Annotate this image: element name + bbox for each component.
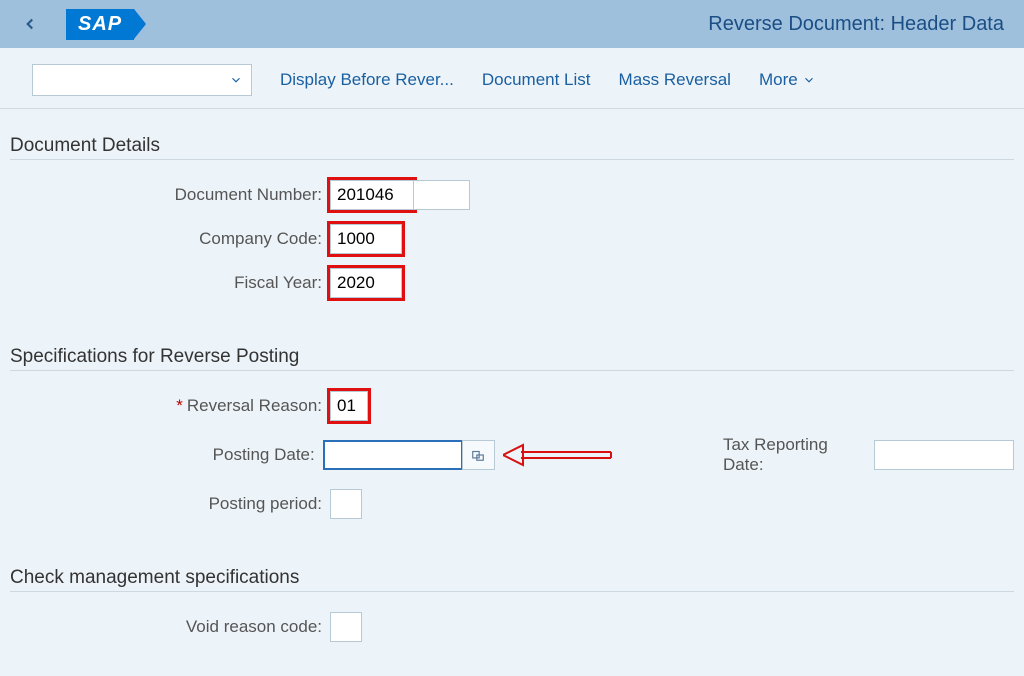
- chevron-down-icon: [229, 73, 243, 87]
- label-company-code: Company Code:: [20, 229, 330, 249]
- label-tax-reporting-date: Tax Reporting Date:: [723, 435, 866, 475]
- label-void-reason-code: Void reason code:: [20, 617, 330, 637]
- label-posting-period: Posting period:: [20, 494, 330, 514]
- document-number-extra[interactable]: [414, 180, 470, 210]
- document-list-link[interactable]: Document List: [482, 70, 591, 90]
- row-reversal-reason: *Reversal Reason:: [10, 391, 1014, 421]
- chevron-left-icon: [21, 15, 39, 33]
- chevron-down-icon: [802, 73, 816, 87]
- row-posting-date: Posting Date: Tax Reporting Date:: [10, 435, 1014, 475]
- row-company-code: Company Code:: [10, 224, 1014, 254]
- sap-logo: SAP: [66, 9, 134, 40]
- content-area: Document Details Document Number: Compan…: [0, 109, 1024, 666]
- void-reason-code-field[interactable]: [330, 612, 362, 642]
- company-code-field[interactable]: [330, 224, 402, 254]
- label-posting-date: Posting Date:: [20, 445, 323, 465]
- posting-date-value-help-button[interactable]: [462, 440, 495, 470]
- row-document-number: Document Number:: [10, 180, 1014, 210]
- reversal-reason-field[interactable]: [330, 391, 368, 421]
- header-bar: SAP Reverse Document: Header Data: [0, 0, 1024, 48]
- row-void-reason-code: Void reason code:: [10, 612, 1014, 642]
- value-help-icon: [471, 448, 485, 462]
- divider: [10, 370, 1014, 371]
- section-title-check-mgmt: Check management specifications: [10, 567, 1014, 589]
- section-title-document-details: Document Details: [10, 135, 1014, 157]
- section-title-reverse-posting: Specifications for Reverse Posting: [10, 346, 1014, 368]
- posting-period-field[interactable]: [330, 489, 362, 519]
- row-posting-period: Posting period:: [10, 489, 1014, 519]
- toolbar-dropdown[interactable]: [32, 64, 252, 96]
- label-fiscal-year: Fiscal Year:: [20, 273, 330, 293]
- more-menu[interactable]: More: [759, 70, 816, 90]
- posting-date-field[interactable]: [323, 440, 463, 470]
- annotation-arrow: [503, 443, 613, 467]
- divider: [10, 591, 1014, 592]
- divider: [10, 159, 1014, 160]
- toolbar: Display Before Rever... Document List Ma…: [0, 48, 1024, 109]
- back-button[interactable]: [12, 6, 48, 42]
- tax-reporting-date-field[interactable]: [874, 440, 1014, 470]
- mass-reversal-link[interactable]: Mass Reversal: [619, 70, 731, 90]
- row-tax-reporting-date: Tax Reporting Date:: [723, 435, 1014, 475]
- display-before-reversal-link[interactable]: Display Before Rever...: [280, 70, 454, 90]
- label-reversal-reason: *Reversal Reason:: [20, 396, 330, 416]
- fiscal-year-field[interactable]: [330, 268, 402, 298]
- arrow-icon: [503, 443, 613, 467]
- page-title: Reverse Document: Header Data: [708, 13, 1004, 36]
- label-document-number: Document Number:: [20, 185, 330, 205]
- document-number-field[interactable]: [330, 180, 414, 210]
- row-fiscal-year: Fiscal Year:: [10, 268, 1014, 298]
- more-label: More: [759, 70, 798, 90]
